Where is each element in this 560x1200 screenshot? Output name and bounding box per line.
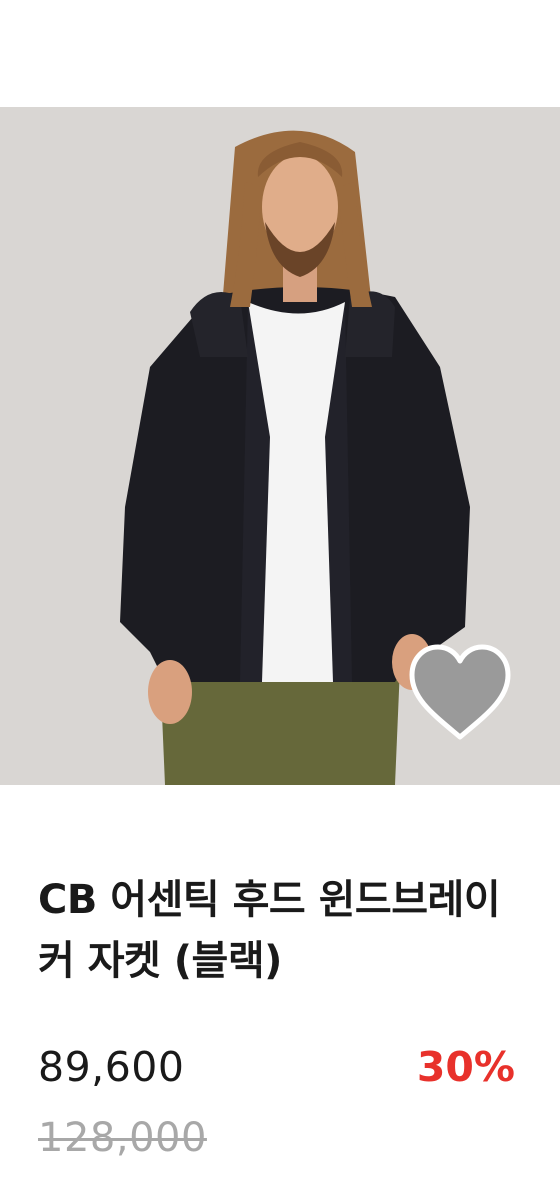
product-image[interactable] [0,107,560,785]
wishlist-button[interactable] [404,641,516,745]
product-title[interactable]: CB 어센틱 후드 윈드브레이커 자켓 (블랙) [38,870,528,992]
discount-rate: 30% [416,1043,515,1091]
product-card[interactable]: CB 어센틱 후드 윈드브레이커 자켓 (블랙) 89,600 30% 128,… [0,0,560,1200]
heart-icon [409,644,511,740]
sale-price: 89,600 [38,1043,185,1091]
original-price: 128,000 [38,1115,207,1161]
